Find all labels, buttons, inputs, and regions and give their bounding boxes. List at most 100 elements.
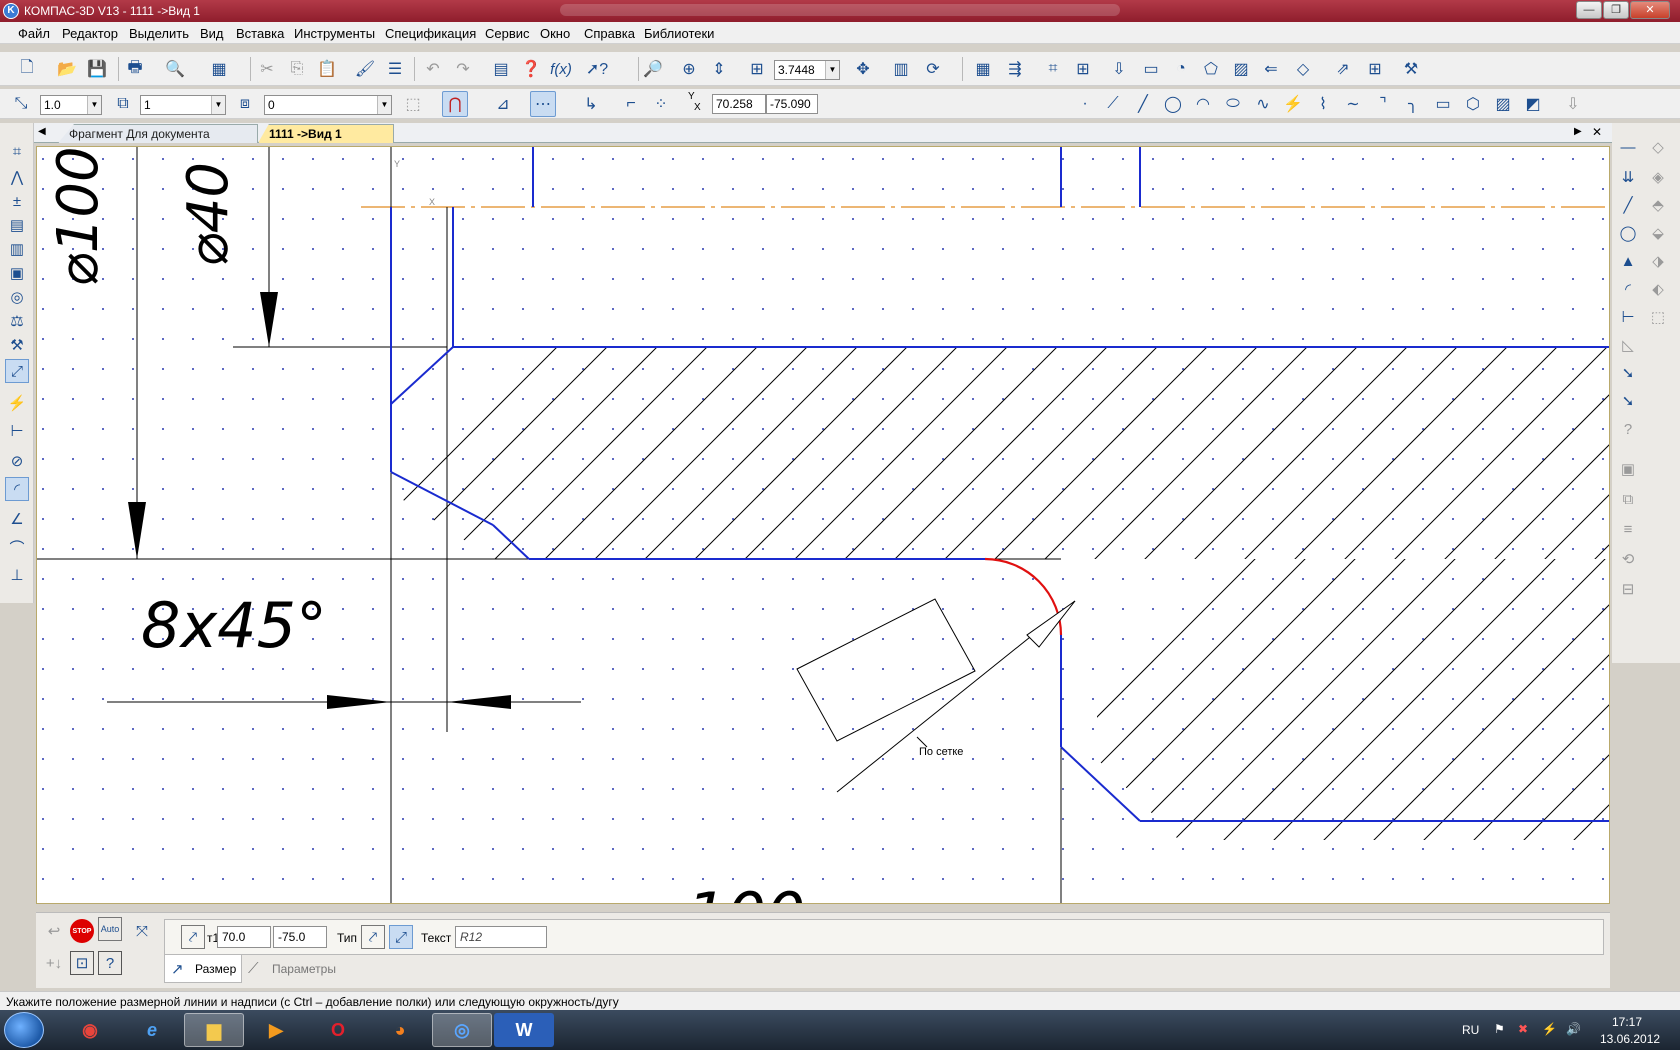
triangle-mark-icon[interactable]: ▲ (1616, 249, 1640, 273)
rectangle-icon[interactable]: ▭ (1430, 91, 1456, 117)
close-tab-icon[interactable]: ✕ (1592, 125, 1602, 139)
segment-icon[interactable]: ╱ (1130, 91, 1156, 117)
insert-down-icon[interactable]: ⇩ (1106, 56, 1132, 82)
chrome-icon[interactable]: ◉ (60, 1013, 120, 1047)
spline-icon[interactable]: ∿ (1250, 91, 1276, 117)
cursor-move-icon[interactable]: ⤡ (8, 91, 34, 117)
thin-line-icon[interactable]: — (1616, 135, 1640, 159)
regenerate-icon[interactable]: ▥ (888, 56, 914, 82)
menu-service[interactable]: Сервис (485, 26, 530, 41)
pan-icon[interactable]: ✥ (850, 56, 876, 82)
properties-brush-icon[interactable]: 🖌 (352, 56, 378, 82)
geometry-icon[interactable]: ⌗ (5, 139, 29, 163)
auxiliary-line-icon[interactable]: ⟋ (1100, 91, 1126, 117)
menu-insert[interactable]: Вставка (236, 26, 284, 41)
chevron-down-icon[interactable]: ▼ (825, 61, 839, 79)
add-point-icon[interactable]: +↓ (42, 951, 66, 975)
hatch-tool-icon[interactable]: ▨ (1228, 56, 1254, 82)
diamond-icon[interactable]: ◇ (1290, 56, 1316, 82)
menu-file[interactable]: Файл (18, 26, 50, 41)
grid-tool-icon[interactable]: ▦ (970, 56, 996, 82)
word-icon[interactable]: W (494, 1013, 554, 1047)
start-button[interactable] (4, 1012, 44, 1048)
polyline-icon[interactable]: ⌇ (1310, 91, 1336, 117)
menu-help[interactable]: Справка (584, 26, 635, 41)
tab-parameters[interactable]: ⟋ Параметры (242, 955, 338, 983)
save-icon[interactable]: 💾 (84, 56, 110, 82)
power-icon[interactable]: ⚡ (1542, 1022, 1557, 1036)
help-button[interactable]: ? (98, 951, 122, 975)
kompas-icon[interactable]: ◎ (432, 1013, 492, 1047)
apply-arrow-icon[interactable]: ↩ (42, 919, 66, 943)
fill-icon[interactable]: ◩ (1520, 91, 1546, 117)
surface-a-icon[interactable]: ◇ (1646, 135, 1670, 159)
hammer-icon[interactable]: ⚒ (5, 333, 29, 357)
tab-view-1[interactable]: 1111 ->Вид 1 (258, 124, 394, 143)
menu-view[interactable]: Вид (200, 26, 224, 41)
ellipse-icon[interactable]: ⬭ (1220, 91, 1246, 117)
tab-dimension[interactable]: ↗ Размер (164, 955, 242, 983)
measure-icon[interactable]: ◔ (1168, 56, 1194, 82)
circle-tool-icon[interactable]: ◯ (1616, 221, 1640, 245)
drawing-svg[interactable]: Y X ⌀40 ⌀100 8x45° 100 По сетке (37, 147, 1610, 904)
coord-x-field[interactable]: 70.258 (712, 94, 766, 114)
zoom-all-icon[interactable]: ⊕ (676, 56, 702, 82)
maximize-button[interactable]: ❐ (1603, 1, 1629, 19)
surface-g-icon[interactable]: ⬚ (1646, 305, 1670, 329)
step-combo[interactable]: 1.0 ▼ (40, 95, 102, 115)
copy-icon[interactable]: ⎘ (284, 56, 310, 82)
redo-icon[interactable]: ↷ (450, 56, 476, 82)
clock-date[interactable]: 13.06.2012 (1600, 1032, 1660, 1046)
close-button[interactable]: ✕ (1630, 1, 1670, 19)
pointer-plus-icon[interactable]: ➘ (1616, 389, 1640, 413)
local-cs-icon[interactable]: ↳ (578, 91, 604, 117)
layers-tool-icon[interactable]: ≡ (1616, 517, 1640, 541)
language-indicator[interactable]: RU (1462, 1023, 1479, 1037)
stop-button[interactable]: STOP (70, 919, 94, 943)
zoom-window-icon[interactable]: 🔎 (640, 56, 666, 82)
monitor-icon[interactable]: ▭ (1138, 56, 1164, 82)
bezier-icon[interactable]: ∼ (1340, 91, 1366, 117)
open-folder-icon[interactable]: 📂 (54, 56, 80, 82)
dimensions-panel-icon[interactable]: ⤢ (5, 359, 29, 383)
refresh-icon[interactable]: ⟳ (920, 56, 946, 82)
arc-dimension-icon[interactable]: ⌒ (5, 535, 29, 559)
collect-contour-icon[interactable]: ⇩ (1560, 91, 1586, 117)
layer-props-icon[interactable]: ⬚ (400, 91, 426, 117)
menu-select[interactable]: Выделить (129, 26, 189, 41)
dimension-12-icon[interactable]: ⊢ (1616, 305, 1640, 329)
chamfer-icon[interactable]: ⌝ (1370, 91, 1396, 117)
menu-editor[interactable]: Редактор (62, 26, 118, 41)
snap-plus-icon[interactable]: ⊞ (1070, 56, 1096, 82)
drawing-canvas[interactable]: Y X ⌀40 ⌀100 8x45° 100 По сетке (36, 146, 1610, 904)
media-player-icon[interactable]: ▶ (246, 1013, 306, 1047)
manager-icon[interactable]: ▦ (206, 56, 232, 82)
firefox-icon[interactable]: ◕ (370, 1013, 430, 1047)
arrow-left-icon[interactable]: ⇐ (1258, 56, 1284, 82)
arc-icon[interactable]: ◠ (1190, 91, 1216, 117)
coord-y-field[interactable]: -75.090 (766, 94, 818, 114)
array-tool-icon[interactable]: ⊟ (1616, 577, 1640, 601)
t1-x-field[interactable]: 70.0 (217, 926, 271, 948)
view-state-icon[interactable]: ⧉ (110, 91, 136, 117)
dimension-type-inside-icon[interactable]: ⤢ (389, 925, 413, 949)
undo-icon[interactable]: ↶ (420, 56, 446, 82)
magnet-snap-icon[interactable]: ⋂ (442, 91, 468, 117)
fx-icon[interactable]: f(x) (548, 56, 574, 82)
tab-fragment[interactable]: Фрагмент Для документа (58, 124, 258, 143)
export-icon[interactable]: ⇗ (1330, 56, 1356, 82)
layout-icon[interactable]: ⊞ (1362, 56, 1388, 82)
snap-settings-icon[interactable]: ⊡ (70, 951, 94, 975)
surface-b-icon[interactable]: ◈ (1646, 165, 1670, 189)
rotate-tool-icon[interactable]: ⟲ (1616, 547, 1640, 571)
tool-settings-icon[interactable]: ⚒ (1398, 56, 1424, 82)
edit-geometry-icon[interactable]: ⋀ (5, 165, 29, 189)
dimension-type-outside-icon[interactable]: ⤤ (361, 925, 385, 949)
menu-libraries[interactable]: Библиотеки (644, 26, 714, 41)
chevron-down-icon[interactable]: ▼ (87, 96, 101, 114)
snap-tool-icon[interactable]: ⌗ (1040, 56, 1066, 82)
ortho-icon[interactable]: ⊿ (490, 91, 516, 117)
menu-specification[interactable]: Спецификация (385, 26, 476, 41)
align-tool-icon[interactable]: ⇶ (1002, 56, 1028, 82)
diagonal-line-icon[interactable]: ╱ (1616, 193, 1640, 217)
